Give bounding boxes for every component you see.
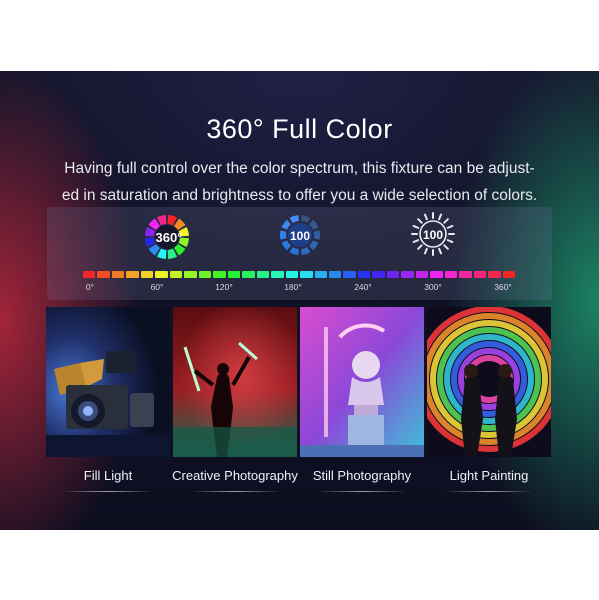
spectrum-segment (300, 271, 313, 278)
spectrum-segment (256, 271, 270, 278)
spectrum-segment (444, 271, 458, 278)
spectrum-segment (401, 271, 414, 278)
saturation-label: 100 (290, 229, 310, 243)
tick-label: 180° (284, 282, 302, 292)
spectrum-segment (97, 271, 110, 278)
spectrum-segment (198, 271, 212, 278)
caption-underline (444, 491, 534, 492)
spectrum-segment (242, 271, 255, 278)
page-title: 360° Full Color (206, 114, 393, 144)
caption-light-painting: Light Painting (449, 468, 529, 483)
caption-creative-photography: Creative Photography (172, 468, 298, 483)
spectrum-ticks: 0° 60° 120° 180° 240° 300° 360° (0, 282, 599, 294)
spectrum-segment (213, 271, 226, 278)
hue-label: 360° (156, 230, 183, 245)
light-painting-photo (427, 307, 551, 457)
description-line-2: ed in saturation and brightness to offer… (61, 187, 538, 204)
spectrum-segment (328, 271, 342, 278)
fill-light-photo (46, 307, 170, 457)
tick-label: 60° (150, 282, 164, 292)
spectrum-segment (473, 271, 487, 278)
spectrum-segment (459, 271, 472, 278)
tick-label: 0° (85, 282, 95, 292)
spectrum-segment (314, 271, 327, 278)
spectrum-segment (169, 271, 183, 278)
spectrum-segment (140, 271, 154, 278)
spectrum-segment (184, 271, 197, 278)
spectrum-segment (83, 271, 96, 278)
caption-fill-light: Fill Light (83, 468, 133, 483)
creative-photography-photo (173, 307, 297, 457)
spectrum-segment (488, 271, 501, 278)
spectrum-segment (415, 271, 429, 278)
spectrum-segment (430, 271, 443, 278)
still-photography-photo (300, 307, 424, 457)
brightness-label: 100 (423, 228, 443, 242)
spectrum-segment (372, 271, 385, 278)
brightness-sun-icon: 100 (410, 211, 456, 257)
spectrum-segment (227, 271, 241, 278)
spectrum-segment (155, 271, 168, 278)
description: Having full control over the color spect… (0, 155, 599, 209)
tick-label: 240° (354, 282, 372, 292)
spectrum-segment (502, 271, 516, 278)
tick-label: 360° (494, 282, 512, 292)
spectrum-segment (343, 271, 356, 278)
spectrum-segment (126, 271, 139, 278)
caption-underline (317, 491, 407, 492)
spectrum-segment (285, 271, 299, 278)
description-line-1: Having full control over the color spect… (64, 160, 535, 177)
tick-label: 300° (424, 282, 442, 292)
spectrum-segment (386, 271, 400, 278)
spectrum-segment (271, 271, 284, 278)
spectrum-segment (111, 271, 125, 278)
caption-still-photography: Still Photography (312, 468, 412, 483)
color-spectrum-bar (83, 271, 516, 278)
caption-underline (190, 491, 280, 492)
spectrum-segment (357, 271, 371, 278)
feature-banner: 360° Full Color Having full control over… (0, 71, 599, 530)
tick-label: 120° (215, 282, 233, 292)
hue-wheel-icon: 360° (143, 213, 191, 261)
saturation-dial-icon: 100 (278, 213, 322, 257)
caption-underline (63, 491, 153, 492)
